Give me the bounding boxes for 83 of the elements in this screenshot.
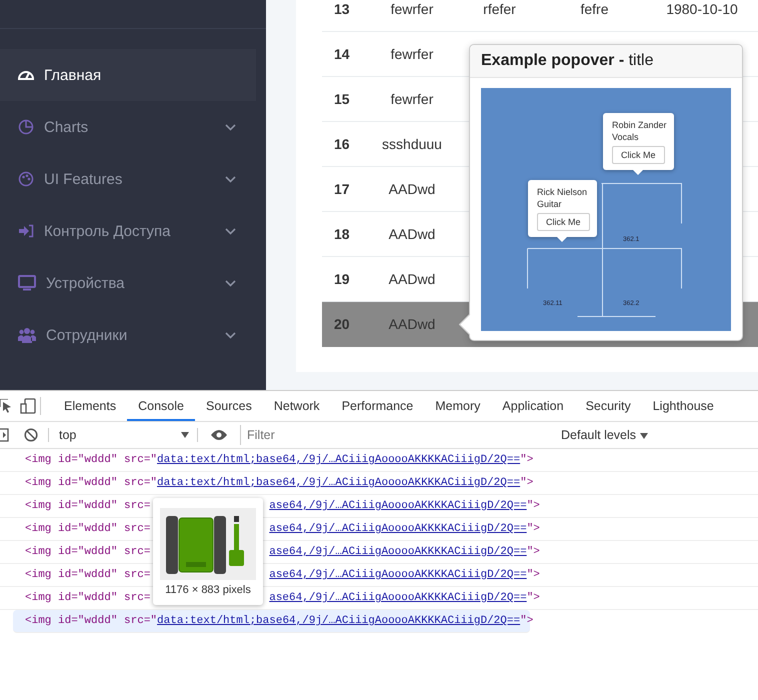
table-cell-text: 15 — [333, 91, 351, 107]
tag-text: <img id="wddd" src= — [25, 569, 150, 581]
node-role: Guitar — [537, 198, 563, 210]
table-cell-text: ssshduuu — [381, 136, 443, 152]
tag-text: <img id="wddd" src=" — [25, 615, 158, 627]
data-link[interactable]: data:text/html;base64,/9j/…ACiiigAooooAKKKKACiiigD/2Q== — [157, 477, 520, 489]
tag-text: "> — [526, 592, 540, 604]
table-cell-text: 16 — [333, 136, 351, 152]
table-cell-text: fefre — [579, 1, 610, 17]
click-button[interactable]: Click Me — [612, 146, 665, 164]
context-select[interactable]: top — [48, 428, 198, 442]
eye-icon[interactable] — [210, 429, 228, 441]
devtools-tab[interactable]: Performance — [330, 391, 424, 421]
console-line[interactable]: <img id="wddd" src="data:text/html;base64,/9j/…ACiiigAooooAKKKKACiiigD/2Q=="> — [0, 472, 758, 495]
table-cell-text: AADwd — [388, 271, 436, 287]
node-name: Robin Zander — [612, 119, 667, 131]
devtools-tab[interactable]: Sources — [194, 391, 263, 421]
sidebar-item[interactable]: Charts — [0, 101, 256, 153]
image-size-caption: 1176 × 883 pixels — [164, 584, 252, 596]
sidebar-item[interactable]: Сотрудники — [0, 309, 256, 361]
table-cell-text: fewrfer — [390, 46, 434, 62]
devtools-tab[interactable]: Memory — [424, 391, 492, 421]
data-link[interactable]: ase64,/9j/…ACiiigAooooAKKKKACiiigD/2Q== — [269, 495, 527, 517]
table-cell-text: rfefer — [482, 1, 517, 17]
dropdown-arrow-icon — [640, 433, 648, 439]
devtools-tab[interactable]: Elements — [53, 391, 128, 421]
tag-text: "> — [526, 546, 540, 558]
data-link[interactable]: ase64,/9j/…ACiiigAooooAKKKKACiiigD/2Q== — [269, 541, 527, 563]
table-cell-text: fewrfer — [390, 91, 434, 107]
devtools-tab[interactable]: Console — [127, 391, 195, 421]
devtools-tab[interactable]: Application — [491, 391, 575, 421]
data-link[interactable]: ase64,/9j/…ACiiigAooooAKKKKACiiigD/2Q== — [269, 518, 527, 540]
device-icon[interactable] — [20, 398, 36, 414]
table-cell-text: 19 — [333, 271, 351, 287]
gauge-icon — [18, 69, 34, 81]
data-link[interactable]: data:text/html;base64,/9j/…ACiiigAooooAKKKKACiiigD/2Q== — [157, 454, 520, 466]
tag-text: "> — [526, 569, 540, 581]
table-cell-text: AADwd — [388, 226, 436, 242]
data-link[interactable]: ase64,/9j/…ACiiigAooooAKKKKACiiigD/2Q== — [269, 564, 527, 586]
data-link[interactable]: ase64,/9j/…ACiiigAooooAKKKKACiiigD/2Q== — [269, 587, 527, 609]
popover-title: Example popover - title — [470, 45, 742, 78]
palette-icon — [18, 171, 34, 187]
table-cell-text: AADwd — [388, 316, 436, 332]
clear-icon[interactable] — [24, 428, 38, 442]
table-cell-text: 18 — [333, 226, 351, 242]
tag-text: "> — [520, 454, 534, 466]
node-name: Rick Nielson — [537, 186, 588, 198]
table-cell-text: 17 — [333, 181, 351, 197]
tag-text: <img id="wddd" src= — [25, 523, 150, 535]
table-cell-text: 14 — [333, 46, 351, 62]
table-cell-text: fewrfer — [390, 1, 434, 17]
tag-text: <img id="wddd" src= — [25, 546, 150, 558]
sidebar-item[interactable]: Устройства — [0, 257, 256, 309]
tag-text: <img id="wddd" src= — [25, 592, 150, 604]
node-role: Vocals — [612, 131, 640, 143]
console-line[interactable]: <img id="wddd" src="data:text/html;base64,/9j/…ACiiigAooooAKKKKACiiigD/2Q=="> — [0, 449, 758, 472]
table-cell-text: 13 — [333, 1, 351, 17]
tag-text: <img id="wddd" src= — [25, 500, 150, 512]
data-link[interactable]: data:text/html;base64,/9j/…ACiiigAooooAKKKKACiiigD/2Q== — [157, 615, 520, 627]
devtools-tab[interactable]: Network — [262, 391, 331, 421]
tag-text: <img id="wddd" src=" — [25, 454, 158, 466]
login-icon — [18, 224, 34, 238]
users-icon — [18, 327, 36, 343]
sidebar-item[interactable]: Главная — [0, 49, 256, 101]
tag-text: <img id="wddd" src=" — [25, 477, 158, 489]
sidebar-item[interactable]: Контроль Доступа — [0, 205, 256, 257]
pie-chart-icon — [18, 119, 34, 135]
levels-dropdown[interactable]: Default levels — [561, 428, 648, 442]
click-button[interactable]: Click Me — [537, 213, 590, 231]
table-row[interactable]: 13 fewrfer rfefer fefre 1980-10-10 — [322, 0, 758, 32]
table-cell-text: 20 — [333, 316, 351, 332]
dropdown-arrow-icon — [181, 432, 189, 438]
tag-text: "> — [526, 500, 540, 512]
inspect-icon[interactable] — [0, 399, 12, 413]
devtools-tab[interactable]: Security — [574, 391, 642, 421]
table-cell-text: 1980-10-10 — [665, 1, 739, 17]
sidebar-item[interactable]: UI Features — [0, 153, 256, 205]
tag-text: "> — [520, 477, 534, 489]
devtools-tab[interactable]: Lighthouse — [642, 391, 725, 421]
sidebar-toggle-icon[interactable] — [0, 428, 9, 442]
tag-text: "> — [526, 523, 540, 535]
monitor-icon — [18, 275, 36, 291]
table-cell-text: AADwd — [388, 181, 436, 197]
